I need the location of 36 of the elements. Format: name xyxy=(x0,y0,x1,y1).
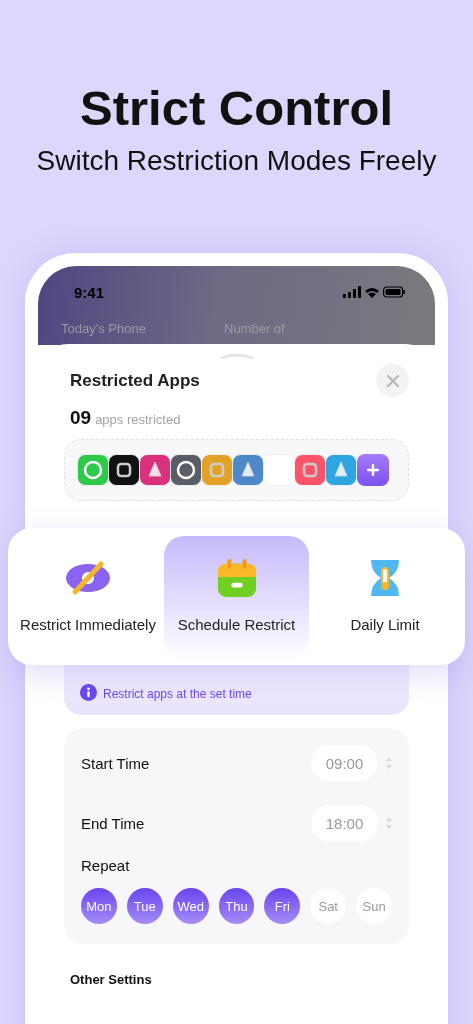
day-toggle[interactable]: Wed xyxy=(172,888,209,924)
close-icon xyxy=(386,374,399,387)
plus-icon xyxy=(367,464,379,476)
info-text: Restrict apps at the set time xyxy=(103,687,252,701)
battery-icon xyxy=(383,286,405,298)
time-label: End Time xyxy=(81,814,146,832)
stepper-icon xyxy=(386,757,392,769)
time-field[interactable]: 18:00 xyxy=(311,805,378,841)
count-label: apps restricted xyxy=(95,412,181,427)
mode-tab[interactable]: Restrict Immediately xyxy=(12,536,164,661)
time-field[interactable]: 09:00 xyxy=(311,745,378,781)
signal-icon xyxy=(343,286,361,298)
calendar-icon xyxy=(215,558,258,598)
sheet-handle xyxy=(219,353,254,359)
day-toggle[interactable]: Tue xyxy=(126,888,163,924)
status-time: 9:41 xyxy=(74,283,105,301)
section-heading: Other Settins xyxy=(69,972,153,987)
add-app-button[interactable] xyxy=(357,454,389,486)
hourglass-icon xyxy=(369,558,401,598)
day-toggle[interactable]: Mon xyxy=(81,888,117,924)
day-toggle[interactable]: Thu xyxy=(218,888,255,924)
info-icon xyxy=(80,684,97,701)
time-label: Start Time xyxy=(81,754,151,772)
wifi-icon xyxy=(365,286,379,298)
restricted-count: 09 xyxy=(70,407,92,429)
repeat-label: Repeat xyxy=(81,857,131,874)
eye-slash-icon xyxy=(65,558,111,598)
headline: Strict Control xyxy=(78,80,394,136)
stat-label: Today's Phone xyxy=(61,321,147,336)
day-toggle[interactable]: Sun xyxy=(356,888,392,924)
day-toggle[interactable]: Fri xyxy=(264,888,301,924)
mode-tab[interactable]: Daily Limit xyxy=(309,536,461,661)
day-toggle[interactable]: Sat xyxy=(310,888,347,924)
sheet-title: Restricted Apps xyxy=(70,370,200,391)
stepper-icon xyxy=(386,817,392,829)
subtitle: Switch Restriction Modes Freely xyxy=(35,144,438,178)
